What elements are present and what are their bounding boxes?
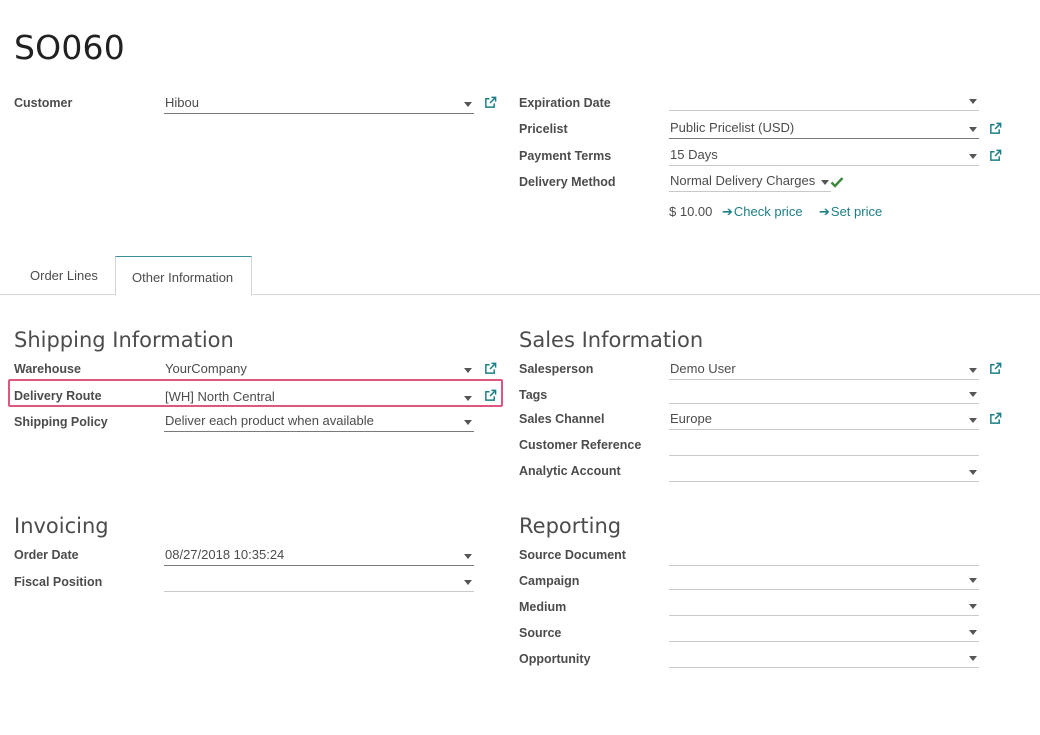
external-link-icon[interactable] — [989, 122, 1002, 135]
analytic-account-field[interactable] — [669, 460, 979, 482]
chevron-down-icon[interactable] — [969, 418, 977, 423]
customer-value: Hibou — [165, 95, 199, 110]
salesperson-value: Demo User — [670, 361, 736, 376]
check-price-button[interactable]: ➔Check price — [722, 204, 803, 220]
customer-reference-input[interactable] — [669, 434, 979, 456]
delivery-method-value: Normal Delivery Charges — [670, 173, 816, 188]
payment-terms-value: 15 Days — [670, 147, 718, 162]
external-link-icon[interactable] — [484, 362, 497, 375]
chevron-down-icon[interactable] — [969, 578, 977, 583]
source-field[interactable] — [669, 620, 979, 642]
customer-label: Customer — [14, 96, 73, 110]
pricelist-label: Pricelist — [519, 122, 568, 136]
medium-field[interactable] — [669, 594, 979, 616]
delivery-price: $ 10.00 — [669, 204, 713, 219]
tab-order-lines[interactable]: Order Lines — [30, 268, 98, 283]
customer-reference-label: Customer Reference — [519, 438, 642, 452]
external-link-icon[interactable] — [484, 96, 497, 109]
analytic-account-label: Analytic Account — [519, 464, 621, 478]
shipping-policy-value: Deliver each product when available — [165, 413, 374, 428]
expiration-date-label: Expiration Date — [519, 96, 611, 110]
order-date-field[interactable]: 08/27/2018 10:35:24 — [164, 544, 474, 566]
sales-information-heading: Sales Information — [519, 328, 704, 352]
tab-other-information-label: Other Information — [132, 270, 234, 285]
arrow-right-icon: ➔ — [819, 204, 830, 219]
warehouse-field[interactable]: YourCompany — [164, 358, 474, 380]
source-label: Source — [519, 626, 562, 640]
chevron-down-icon[interactable] — [969, 154, 977, 159]
fiscal-position-label: Fiscal Position — [14, 575, 103, 589]
campaign-field[interactable] — [669, 568, 979, 590]
chevron-down-icon[interactable] — [969, 656, 977, 661]
highlight-box — [8, 379, 503, 407]
external-link-icon[interactable] — [989, 362, 1002, 375]
tags-label: Tags — [519, 388, 548, 402]
campaign-label: Campaign — [519, 574, 580, 588]
chevron-down-icon[interactable] — [464, 368, 472, 373]
chevron-down-icon[interactable] — [464, 102, 472, 107]
source-document-label: Source Document — [519, 548, 626, 562]
tab-other-information[interactable]: Other Information — [115, 256, 252, 296]
sales-channel-label: Sales Channel — [519, 412, 605, 426]
chevron-down-icon[interactable] — [969, 630, 977, 635]
external-link-icon[interactable] — [989, 412, 1002, 425]
warehouse-label: Warehouse — [14, 362, 81, 376]
salesperson-label: Salesperson — [519, 362, 594, 376]
payment-terms-label: Payment Terms — [519, 149, 612, 163]
payment-terms-field[interactable]: 15 Days — [669, 144, 979, 166]
chevron-down-icon[interactable] — [969, 368, 977, 373]
sales-channel-value: Europe — [670, 411, 712, 426]
pricelist-value: Public Pricelist (USD) — [670, 120, 795, 135]
chevron-down-icon[interactable] — [464, 420, 472, 425]
delivery-method-field[interactable]: Normal Delivery Charges — [669, 170, 831, 192]
opportunity-label: Opportunity — [519, 652, 591, 666]
page-title: SO060 — [14, 28, 125, 67]
tags-field[interactable] — [669, 382, 979, 404]
pricelist-field[interactable]: Public Pricelist (USD) — [669, 117, 979, 139]
source-document-input[interactable] — [669, 544, 979, 566]
reporting-heading: Reporting — [519, 514, 622, 538]
chevron-down-icon[interactable] — [969, 99, 977, 104]
chevron-down-icon[interactable] — [969, 470, 977, 475]
sales-channel-field[interactable]: Europe — [669, 408, 979, 430]
invoicing-heading: Invoicing — [14, 514, 109, 538]
opportunity-field[interactable] — [669, 646, 979, 668]
set-price-button[interactable]: ➔Set price — [819, 204, 882, 220]
order-date-value: 08/27/2018 10:35:24 — [165, 547, 285, 562]
medium-label: Medium — [519, 600, 567, 614]
fiscal-position-field[interactable] — [164, 570, 474, 592]
check-icon — [830, 177, 844, 188]
check-price-label: Check price — [733, 204, 803, 219]
chevron-down-icon[interactable] — [969, 604, 977, 609]
salesperson-field[interactable]: Demo User — [669, 358, 979, 380]
chevron-down-icon[interactable] — [969, 392, 977, 397]
warehouse-value: YourCompany — [165, 361, 247, 376]
chevron-down-icon[interactable] — [464, 580, 472, 585]
set-price-label: Set price — [830, 204, 883, 219]
customer-field[interactable]: Hibou — [164, 92, 474, 114]
delivery-method-label: Delivery Method — [519, 175, 616, 189]
chevron-down-icon[interactable] — [464, 554, 472, 559]
shipping-policy-label: Shipping Policy — [14, 415, 108, 429]
shipping-information-heading: Shipping Information — [14, 328, 234, 352]
external-link-icon[interactable] — [989, 149, 1002, 162]
expiration-date-field[interactable] — [669, 89, 979, 111]
arrow-right-icon: ➔ — [722, 204, 733, 219]
shipping-policy-select[interactable]: Deliver each product when available — [164, 410, 474, 432]
order-date-label: Order Date — [14, 548, 79, 562]
chevron-down-icon[interactable] — [821, 180, 829, 185]
chevron-down-icon[interactable] — [969, 127, 977, 132]
